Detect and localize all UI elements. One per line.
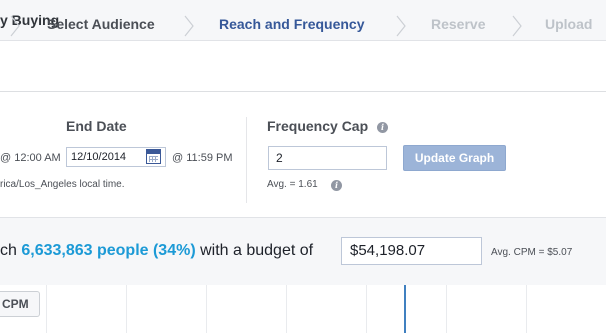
graph-gridline: [206, 285, 207, 333]
reach-people-count: 6,633,863 people (34%): [21, 242, 196, 259]
calendar-icon[interactable]: [146, 149, 161, 164]
step-reserve: Reserve: [431, 16, 486, 32]
graph-gridline: [526, 285, 527, 333]
timezone-note: rica/Los_Angeles local time.: [0, 179, 125, 190]
form-divider: [246, 117, 247, 203]
update-graph-button[interactable]: Update Graph: [403, 145, 506, 171]
end-date-label: End Date: [66, 118, 127, 134]
reach-graph: [0, 285, 606, 333]
avg-frequency-text: Avg. = 1.61: [267, 179, 318, 190]
frequency-cap-label: Frequency Cap: [267, 118, 369, 134]
graph-gridline: [126, 285, 127, 333]
reach-prefix: ch: [0, 242, 22, 259]
start-time-text: @ 12:00 AM: [0, 152, 61, 164]
chevron-right-icon: [184, 15, 194, 37]
reach-summary: ch 6,633,863 people (34%) with a budget …: [0, 242, 313, 260]
info-icon[interactable]: i: [377, 122, 388, 133]
frequency-cap-input[interactable]: 2: [268, 146, 387, 170]
chevron-right-icon: [396, 15, 406, 37]
chevron-right-icon: [512, 15, 522, 37]
end-time-text: @ 11:59 PM: [172, 152, 233, 164]
reach-budget-text: with a budget of: [195, 242, 314, 259]
graph-budget-marker[interactable]: [404, 285, 406, 333]
step-reach-and-frequency[interactable]: Reach and Frequency: [219, 16, 365, 32]
graph-gridline: [46, 285, 47, 333]
step-select-audience[interactable]: Select Audience: [47, 16, 155, 32]
graph-gridline: [366, 285, 367, 333]
chevron-right-icon: [10, 15, 20, 37]
graph-gridline: [286, 285, 287, 333]
info-icon[interactable]: i: [331, 180, 342, 191]
step-bar: [0, 41, 606, 92]
graph-gridline: [446, 285, 447, 333]
step-upload: Upload: [545, 16, 593, 32]
cpm-toggle-button[interactable]: CPM: [0, 291, 40, 317]
avg-cpm-text: Avg. CPM = $5.07: [491, 247, 573, 258]
budget-input[interactable]: $54,198.07: [341, 237, 482, 265]
